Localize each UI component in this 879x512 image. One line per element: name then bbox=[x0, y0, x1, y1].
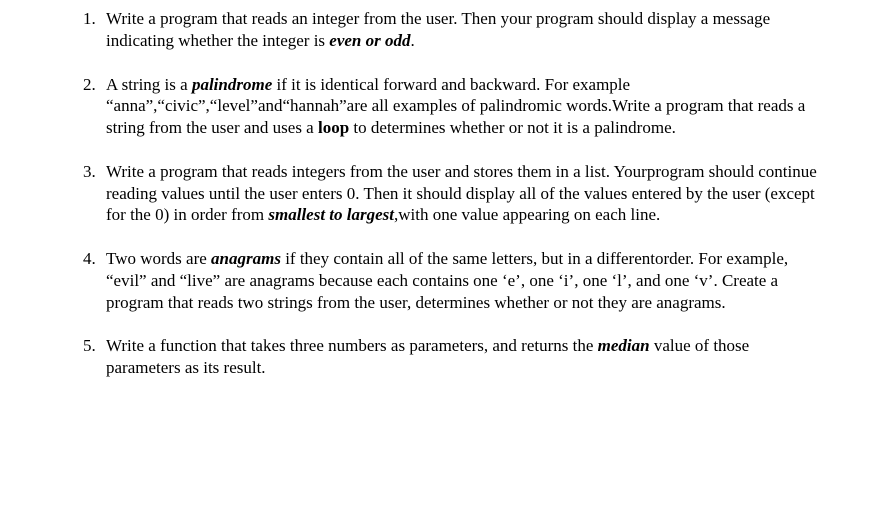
exercise-3-text: Write a program that reads integers from… bbox=[106, 161, 819, 226]
text-run: Write a program that reads an integer fr… bbox=[106, 9, 770, 50]
exercise-item-5: Write a function that takes three number… bbox=[100, 335, 819, 379]
text-run: Two words are bbox=[106, 249, 211, 268]
exercise-item-1: Write a program that reads an integer fr… bbox=[100, 8, 819, 52]
exercise-1-text: Write a program that reads an integer fr… bbox=[106, 8, 819, 52]
exercise-5-text: Write a function that takes three number… bbox=[106, 335, 819, 379]
emphasis-loop: loop bbox=[318, 118, 349, 137]
emphasis-even-or-odd: even or odd bbox=[329, 31, 410, 50]
text-run: A string is a bbox=[106, 75, 192, 94]
exercise-item-2: A string is a palindrome if it is identi… bbox=[100, 74, 819, 139]
emphasis-median: median bbox=[598, 336, 650, 355]
emphasis-anagrams: anagrams bbox=[211, 249, 281, 268]
text-run: to determines whether or not it is a pal… bbox=[349, 118, 676, 137]
emphasis-palindrome: palindrome bbox=[192, 75, 272, 94]
exercise-item-3: Write a program that reads integers from… bbox=[100, 161, 819, 226]
exercise-item-4: Two words are anagrams if they contain a… bbox=[100, 248, 819, 313]
exercise-list: Write a program that reads an integer fr… bbox=[60, 8, 819, 379]
exercise-2-text: A string is a palindrome if it is identi… bbox=[106, 74, 819, 139]
emphasis-smallest-to-largest: smallest to largest bbox=[268, 205, 394, 224]
exercise-4-text: Two words are anagrams if they contain a… bbox=[106, 248, 819, 313]
text-run: . bbox=[411, 31, 415, 50]
text-run: ,with one value appearing on each line. bbox=[394, 205, 660, 224]
text-run: Write a function that takes three number… bbox=[106, 336, 598, 355]
